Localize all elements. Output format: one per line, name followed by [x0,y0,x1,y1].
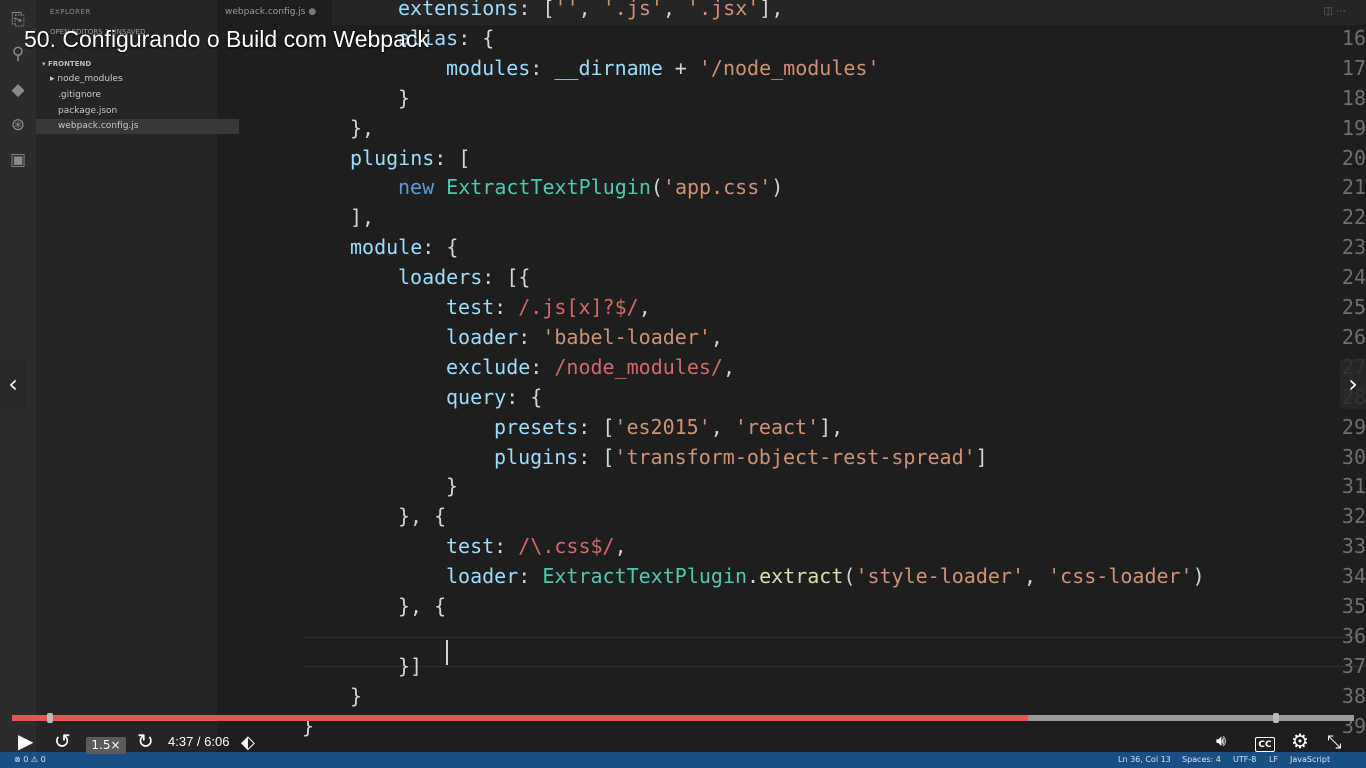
line-number: 34 [1341,564,1366,589]
code-line[interactable]: test: /\.css$/, [446,531,627,561]
video-title: 50. Configurando o Build com Webpack [24,26,429,52]
code-line[interactable]: new ExtractTextPlugin('app.css') [398,172,783,202]
debug-icon[interactable]: ⊛ [8,115,28,135]
code-line[interactable]: exclude: /node_modules/, [446,352,735,382]
progress-bar[interactable] [12,713,1354,723]
progress-played [12,715,1028,721]
line-number: 17 [1341,55,1366,80]
volume-icon[interactable]: 🔊︎ [1216,727,1226,757]
code-line[interactable]: } [398,83,410,113]
line-number: 19 [1341,115,1366,140]
bookmark-marker[interactable] [47,713,53,723]
line-number: 31 [1341,474,1366,499]
player-controls: ▶ ↺ 1.5× ↻ 4:37 / 6:06 ⬖ 🔊︎ CC ⚙ ⤡ [0,727,1366,757]
explorer-header: EXPLORER [50,8,91,16]
code-line[interactable]: extensions: ['', '.js', '.jsx'], [398,0,783,23]
git-icon[interactable]: ◆ [8,80,28,100]
code-line[interactable]: modules: __dirname + '/node_modules' [446,53,880,83]
play-icon[interactable]: ▶ [18,727,33,757]
tree-item-package-json[interactable]: package.json [36,104,239,119]
code-line[interactable]: }, { [398,501,446,531]
captions-button[interactable]: CC [1255,737,1275,752]
line-number: 30 [1341,444,1366,469]
chevron-left-icon: ‹ [8,370,18,398]
explorer-sidebar: EXPLORER OPEN EDITORS 1 UNSAVED ▾ FRONTE… [36,0,239,752]
code-line[interactable]: query: { [446,382,542,412]
folder-frontend[interactable]: ▾ FRONTEND [42,60,91,68]
tree-item-gitignore[interactable]: .gitignore [36,88,239,103]
line-number: 33 [1341,534,1366,559]
line-number: 32 [1341,504,1366,529]
current-line-highlight [302,637,1366,667]
line-number [1296,0,1366,23]
previous-lecture-button[interactable]: ‹ [0,359,26,409]
tree-item-label: webpack.config.js [58,121,139,131]
line-number: 24 [1341,265,1366,290]
rewind-icon[interactable]: ↺ [54,727,71,757]
line-number: 29 [1341,414,1366,439]
line-number: 25 [1341,295,1366,319]
tree-item-label: package.json [58,106,118,116]
line-number: 21 [1341,175,1366,200]
line-number: 20 [1341,145,1366,170]
tree-item-node-modules[interactable]: ▸ node_modules [36,72,231,87]
code-line[interactable]: }, [350,113,374,143]
forward-icon[interactable]: ↻ [137,727,154,757]
code-line[interactable]: } [446,471,458,501]
code-line[interactable]: loaders: [{ [398,262,530,292]
settings-gear-icon[interactable]: ⚙ [1291,727,1309,757]
code-line[interactable]: plugins: ['transform-object-rest-spread'… [494,442,988,472]
code-line[interactable]: module: { [350,232,458,262]
line-number: 35 [1341,594,1366,618]
tree-item-label: .gitignore [58,90,102,100]
code-line[interactable]: loader: ExtractTextPlugin.extract('style… [446,561,1205,591]
add-bookmark-icon[interactable]: ⬖ [241,727,255,757]
line-number: 38 [1341,683,1366,708]
line-number: 18 [1341,85,1366,110]
time-display: 4:37 / 6:06 [168,734,230,749]
code-line[interactable]: }, { [398,591,446,621]
line-number: 26 [1341,324,1366,349]
line-number: 37 [1341,653,1366,678]
code-line[interactable]: test: /.js[x]?$/, [446,292,651,322]
code-line[interactable]: loader: 'babel-loader', [446,322,723,352]
fullscreen-icon[interactable]: ⤡ [1327,727,1341,757]
folder-label: FRONTEND [47,60,92,68]
code-editor[interactable]: extensions: ['', '.js', '.jsx'], 16 alias:… [217,0,1366,752]
code-line[interactable]: presets: ['es2015', 'react'], [494,412,843,442]
code-line[interactable]: }] [398,651,422,681]
code-line[interactable]: plugins: [ [350,143,470,173]
line-number: 23 [1341,235,1366,260]
extensions-icon[interactable]: ▣ [8,150,28,170]
tree-item-label: node_modules [57,74,123,84]
code-line[interactable]: } [350,681,362,711]
playback-speed-button[interactable]: 1.5× [86,737,126,754]
line-number: 36 [1341,623,1366,648]
tree-item-webpack-config[interactable]: webpack.config.js [36,119,239,134]
bookmark-marker[interactable] [1273,713,1279,723]
line-number: 16 [1341,25,1366,50]
line-number: 22 [1341,205,1366,230]
text-cursor [446,640,448,665]
chevron-right-icon: › [1348,370,1358,398]
code-line[interactable]: ], [350,202,374,232]
next-lecture-button[interactable]: › [1340,359,1366,409]
